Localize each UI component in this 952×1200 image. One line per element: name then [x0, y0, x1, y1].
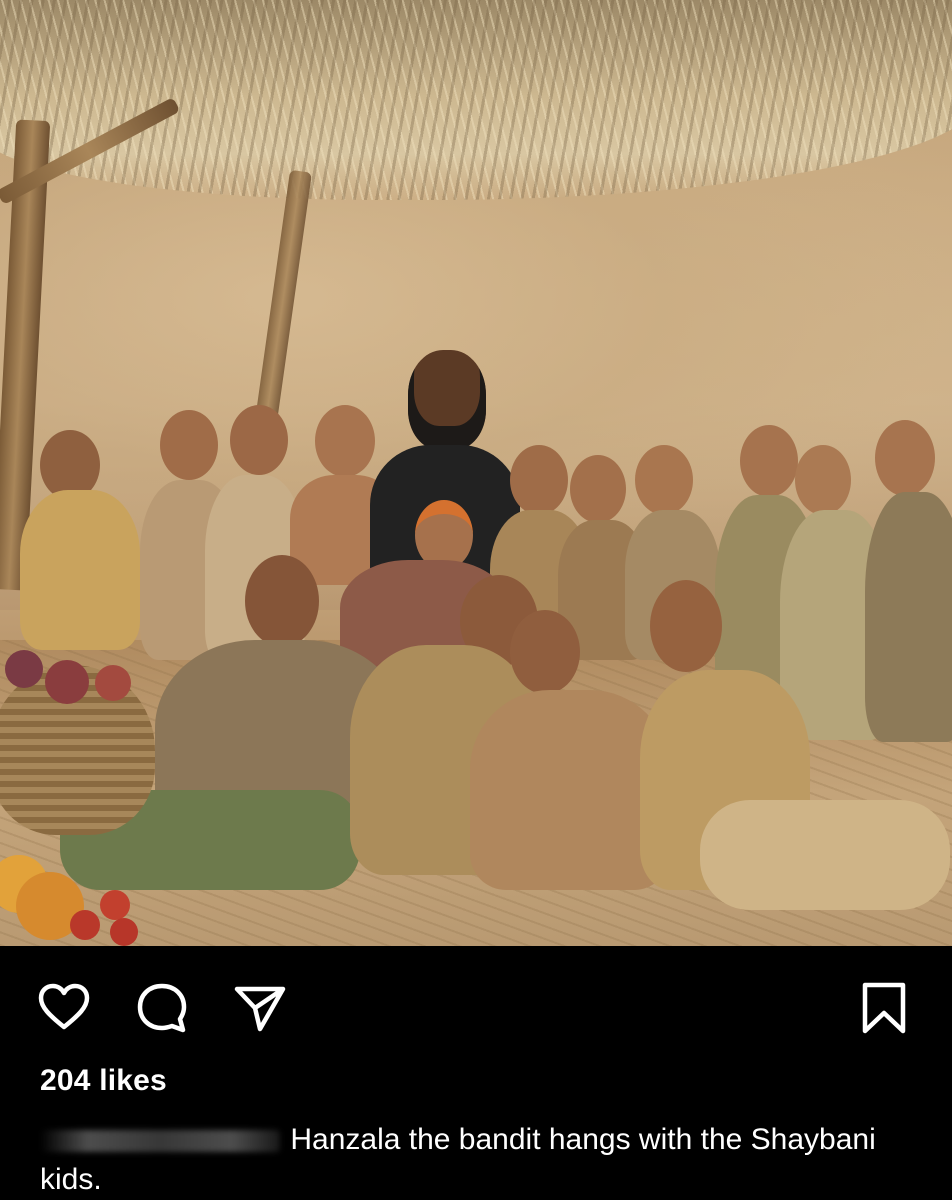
comment-icon[interactable] — [134, 980, 190, 1036]
fruit — [95, 665, 131, 701]
tomato — [100, 890, 130, 920]
post-caption: Hanzala the bandit hangs with the Shayba… — [40, 1120, 920, 1200]
username-redacted[interactable] — [40, 1130, 280, 1153]
tomato — [110, 918, 138, 946]
send-icon[interactable] — [232, 980, 288, 1036]
comment-icon-glyph — [137, 983, 187, 1033]
heart-icon[interactable] — [36, 980, 92, 1036]
heart-icon-glyph — [38, 983, 90, 1030]
bookmark-icon[interactable] — [856, 980, 912, 1036]
likes-count[interactable]: 204 likes — [40, 1064, 167, 1098]
fruit — [45, 660, 89, 704]
fruit — [5, 650, 43, 688]
send-icon-glyph — [234, 986, 286, 1032]
bookmark-icon-glyph — [862, 982, 906, 1034]
tomato — [70, 910, 100, 940]
thatched-roof — [0, 0, 952, 200]
post-photo[interactable] — [0, 0, 952, 946]
